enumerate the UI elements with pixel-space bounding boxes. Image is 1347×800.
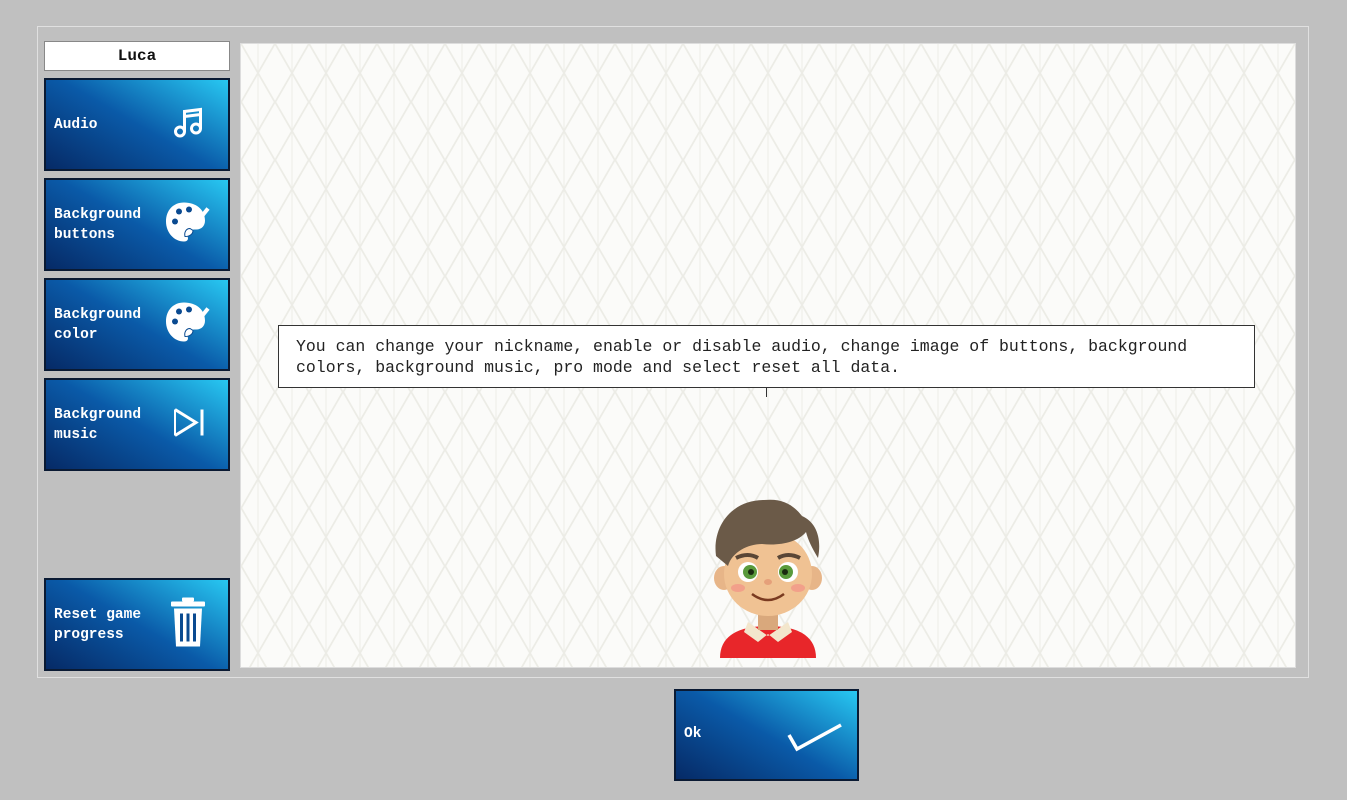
skip-forward-icon [172,406,206,443]
speech-bubble-tail [766,387,767,397]
background-color-label: Background color [54,306,142,343]
background-buttons-label: Background buttons [54,206,142,243]
background-music-label: Background music [54,406,142,443]
ok-button[interactable]: Ok [674,689,859,781]
reset-game-progress-label: Reset game progress [54,606,142,643]
audio-button[interactable]: Audio [44,78,230,171]
hint-speech-bubble: You can change your nickname, enable or … [278,325,1255,388]
checkmark-icon [785,719,845,758]
background-color-button[interactable]: Background color [44,278,230,371]
background-music-button[interactable]: Background music [44,378,230,471]
trash-icon [170,596,206,653]
music-note-icon [172,105,206,144]
palette-icon [164,200,210,249]
nickname-input[interactable]: Luca [44,41,230,71]
avatar [708,496,828,667]
palette-icon [164,300,210,349]
ok-button-label: Ok [684,726,702,742]
audio-button-label: Audio [54,116,98,133]
reset-game-progress-button[interactable]: Reset game progress [44,578,230,671]
background-buttons-button[interactable]: Background buttons [44,178,230,271]
